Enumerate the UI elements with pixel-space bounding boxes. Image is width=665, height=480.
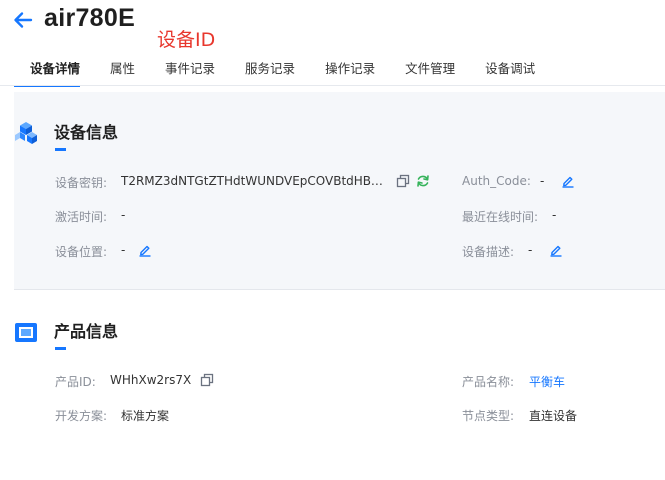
auth-code-label: Auth_Code: [462, 174, 531, 188]
device-location-label: 设备位置: [55, 245, 108, 259]
back-arrow-icon[interactable] [12, 9, 34, 31]
edit-auth-code-icon[interactable] [561, 174, 575, 188]
device-location-value: - [121, 243, 126, 257]
tab-properties[interactable]: 属性 [110, 56, 135, 86]
activation-time-value: - [121, 208, 126, 222]
activation-time-label: 激活时间: [55, 210, 108, 224]
device-title: air780E [44, 4, 136, 32]
product-box-icon [15, 323, 37, 342]
copy-icon[interactable] [396, 174, 410, 188]
copy-product-id-icon[interactable] [200, 373, 214, 387]
last-online-value: - [552, 208, 557, 222]
auth-code-value: - [540, 174, 545, 188]
product-name-link[interactable]: 平衡车 [529, 373, 565, 390]
tab-device-details[interactable]: 设备详情 [14, 56, 81, 87]
device-info-accent [55, 148, 66, 151]
section-divider [14, 289, 665, 290]
device-description-label: 设备描述: [462, 245, 515, 259]
tab-bar: 设备详情 属性 事件记录 服务记录 操作记录 文件管理 设备调试 [14, 56, 535, 87]
tab-service-records[interactable]: 服务记录 [245, 56, 295, 86]
tab-file-management[interactable]: 文件管理 [405, 56, 455, 86]
node-type-value: 直连设备 [529, 409, 578, 423]
refresh-icon[interactable] [416, 174, 430, 188]
tab-event-records[interactable]: 事件记录 [165, 56, 215, 86]
product-id-label: 产品ID: [55, 375, 96, 389]
product-id-value: WHhXw2rs7X [110, 373, 192, 387]
product-name-label: 产品名称: [462, 375, 515, 389]
product-info-title: 产品信息 [54, 322, 119, 341]
product-info-accent [55, 347, 66, 350]
tab-divider [0, 85, 665, 86]
device-description-value: - [528, 243, 533, 257]
device-info-title: 设备信息 [54, 123, 119, 142]
tab-operation-records[interactable]: 操作记录 [325, 56, 375, 86]
edit-description-icon[interactable] [549, 243, 563, 257]
last-online-label: 最近在线时间: [462, 210, 539, 224]
device-id-annotation: 设备ID [157, 29, 216, 51]
device-secret-value: T2RMZ3dNTGtZTHdtWUNDVEpCOVBtdHBO... [121, 174, 383, 188]
tab-device-debug[interactable]: 设备调试 [485, 56, 535, 86]
dev-plan-value: 标准方案 [121, 409, 170, 423]
dev-plan-label: 开发方案: [55, 409, 108, 423]
cube-stack-icon [15, 122, 37, 144]
edit-location-icon[interactable] [138, 243, 152, 257]
node-type-label: 节点类型: [462, 409, 515, 423]
device-secret-label: 设备密钥: [55, 176, 108, 190]
